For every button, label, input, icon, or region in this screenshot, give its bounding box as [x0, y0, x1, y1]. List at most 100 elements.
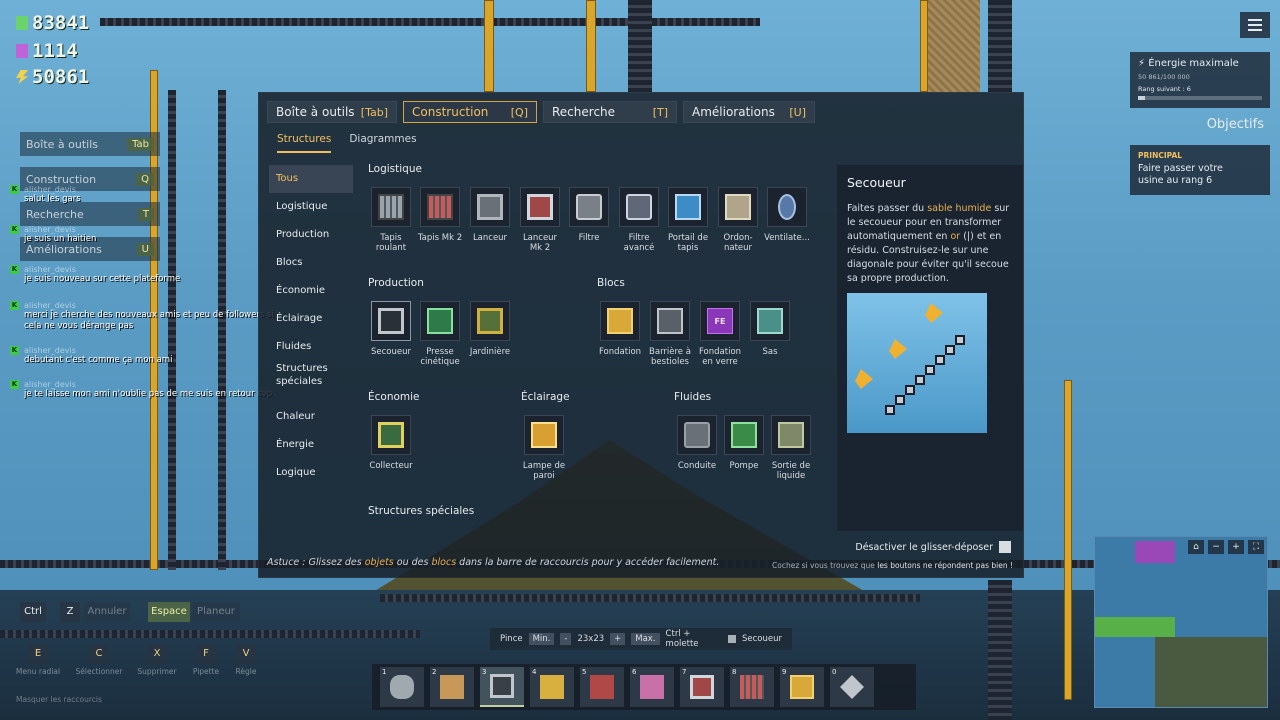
drag-checkbox[interactable]: [999, 541, 1011, 553]
min-button[interactable]: Min.: [528, 633, 555, 645]
construction-panel: Boîte à outils [Tab] Construction [Q] Rech…: [258, 92, 1024, 578]
item-ventilator[interactable]: Ventilate...: [764, 187, 810, 243]
hotbar-slot[interactable]: 3: [480, 667, 524, 707]
max-button[interactable]: Max.: [631, 633, 660, 645]
item-foundation[interactable]: Fondation: [597, 301, 643, 357]
tip-text: Astuce : Glissez des objets ou des blocs…: [267, 557, 720, 568]
research-value: 1114: [32, 40, 78, 62]
category-blocks[interactable]: Blocs: [269, 249, 353, 277]
hotbar-slot[interactable]: 4: [530, 667, 574, 707]
hotbar-slot[interactable]: 6: [630, 667, 674, 707]
conveyor-mk2-icon: [740, 675, 764, 699]
hotbar-slot[interactable]: 8: [730, 667, 774, 707]
conveyor-line: [380, 594, 920, 602]
category-economy[interactable]: Économie: [269, 277, 353, 305]
item-liquid-outlet[interactable]: Sortie de liquide: [768, 415, 814, 481]
shaker-option-label: Secoueur: [742, 634, 782, 644]
category-logistics[interactable]: Logistique: [269, 193, 353, 221]
zoom-in-icon[interactable]: +: [1228, 540, 1244, 554]
hide-hotkeys-link[interactable]: Masquer les raccourcis: [16, 695, 102, 704]
chat-text: merci je cherche des nouveaux amis et pe…: [24, 310, 274, 331]
item-launcher-mk2[interactable]: Lanceur Mk 2: [517, 187, 563, 253]
category-energy[interactable]: Énergie: [269, 431, 353, 459]
chat-text: je suis un haitien: [24, 234, 97, 244]
left-menu-toolbox[interactable]: Boîte à outils Tab: [20, 132, 160, 156]
subtab-diagrams[interactable]: Diagrammes: [349, 133, 416, 153]
category-lighting[interactable]: Éclairage: [269, 305, 353, 333]
planner-button[interactable]: Planeur: [192, 602, 240, 622]
tab-research[interactable]: Recherche [T]: [543, 101, 677, 123]
ruler-key[interactable]: V Règle: [221, 644, 271, 676]
subtab-structures[interactable]: Structures: [277, 133, 332, 153]
decrease-button[interactable]: -: [560, 633, 572, 645]
space-key: Espace: [148, 602, 190, 622]
hamburger-menu-button[interactable]: [1240, 12, 1270, 38]
item-planter[interactable]: Jardinière: [467, 301, 513, 357]
item-shaker[interactable]: Secoueur: [368, 301, 414, 357]
item-kinetic-press[interactable]: Presse cinétique: [417, 301, 463, 367]
select-key[interactable]: C Sélectionner: [74, 644, 124, 676]
category-heat[interactable]: Chaleur: [269, 403, 353, 431]
radial-menu-key[interactable]: E Menu radial: [13, 644, 63, 676]
drag-option-label: Désactiver le glisser-déposer: [855, 541, 993, 553]
item-critter-barrier[interactable]: Barrière à bestioles: [647, 301, 693, 367]
disable-drag-option[interactable]: Désactiver le glisser-déposer: [855, 541, 1011, 553]
tab-upgrades[interactable]: Améliorations [U]: [683, 101, 815, 123]
item-conveyor-mk2[interactable]: Tapis Mk 2: [417, 187, 463, 243]
pipe: [920, 0, 928, 92]
gold-icon: [540, 675, 564, 699]
category-all[interactable]: Tous: [269, 165, 353, 193]
pinch-label: Pince: [500, 634, 523, 644]
item-pipe[interactable]: Conduite: [674, 415, 720, 471]
tab-construction[interactable]: Construction [Q]: [403, 101, 537, 123]
conveyor-column: [988, 0, 1012, 92]
item-pump[interactable]: Pompe: [721, 415, 767, 471]
pipe: [586, 0, 596, 92]
category-fluids[interactable]: Fluides: [269, 333, 353, 361]
item-orderer[interactable]: Ordon- nateur: [715, 187, 761, 253]
hotbar-slot[interactable]: 7: [680, 667, 724, 707]
hotbar-slot[interactable]: 9: [780, 667, 824, 707]
hotkey-badge: Q: [136, 172, 154, 186]
hotbar-slot[interactable]: 0: [830, 667, 874, 707]
item-collector[interactable]: Collecteur: [368, 415, 414, 471]
home-icon[interactable]: ⌂: [1188, 540, 1204, 554]
delete-key[interactable]: X Supprimer: [132, 644, 182, 676]
section-lighting: Éclairage: [521, 391, 570, 403]
hotbar-slot[interactable]: 2: [430, 667, 474, 707]
foundation-icon: [607, 308, 633, 334]
chat-author: alisher_devis: [24, 185, 76, 194]
increase-button[interactable]: +: [610, 633, 626, 645]
item-launcher[interactable]: Lanceur: [467, 187, 513, 243]
category-production[interactable]: Production: [269, 221, 353, 249]
zoom-out-icon[interactable]: −: [1208, 540, 1224, 554]
item-filter[interactable]: Filtre: [566, 187, 612, 243]
chat-author: alisher_devis: [24, 225, 76, 234]
hotbar-slot[interactable]: 1: [380, 667, 424, 707]
tab-toolbox[interactable]: Boîte à outils [Tab]: [267, 101, 397, 123]
undo-button[interactable]: Annuler: [84, 602, 130, 622]
objective-card[interactable]: PRINCIPAL Faire passer votre usine au ra…: [1130, 145, 1270, 195]
money-value: 83841: [32, 12, 90, 34]
chat-author: alisher_devis: [24, 301, 76, 310]
item-glass-foundation[interactable]: FE Fondation en verre: [697, 301, 743, 367]
panel-tabs: Boîte à outils [Tab] Construction [Q] Rech…: [267, 101, 815, 123]
item-conveyor-portal[interactable]: Portail de tapis: [665, 187, 711, 253]
hotbar-slot[interactable]: 5: [580, 667, 624, 707]
shaker-icon: [378, 308, 404, 334]
platform-icon: K: [10, 301, 19, 310]
item-airlock[interactable]: Sas: [747, 301, 793, 357]
item-wall-lamp[interactable]: Lampe de paroi: [521, 415, 567, 481]
energy-title: ⚡ Énergie maximale: [1138, 58, 1239, 69]
category-special[interactable]: Structures spéciales: [269, 361, 353, 403]
research-icon: [16, 44, 28, 58]
shaker-checkbox[interactable]: [728, 635, 736, 643]
item-conveyor[interactable]: Tapis roulant: [368, 187, 414, 253]
expand-icon[interactable]: ⛶: [1248, 540, 1264, 554]
lamp-icon: [531, 422, 557, 448]
chat-message: Kalisher_devis je suis nouveau sur cette …: [10, 265, 285, 285]
minimap[interactable]: ⌂ − + ⛶: [1094, 536, 1268, 708]
barrier-icon: [657, 308, 683, 334]
category-logic[interactable]: Logique: [269, 459, 353, 487]
item-advanced-filter[interactable]: Filtre avancé: [616, 187, 662, 253]
